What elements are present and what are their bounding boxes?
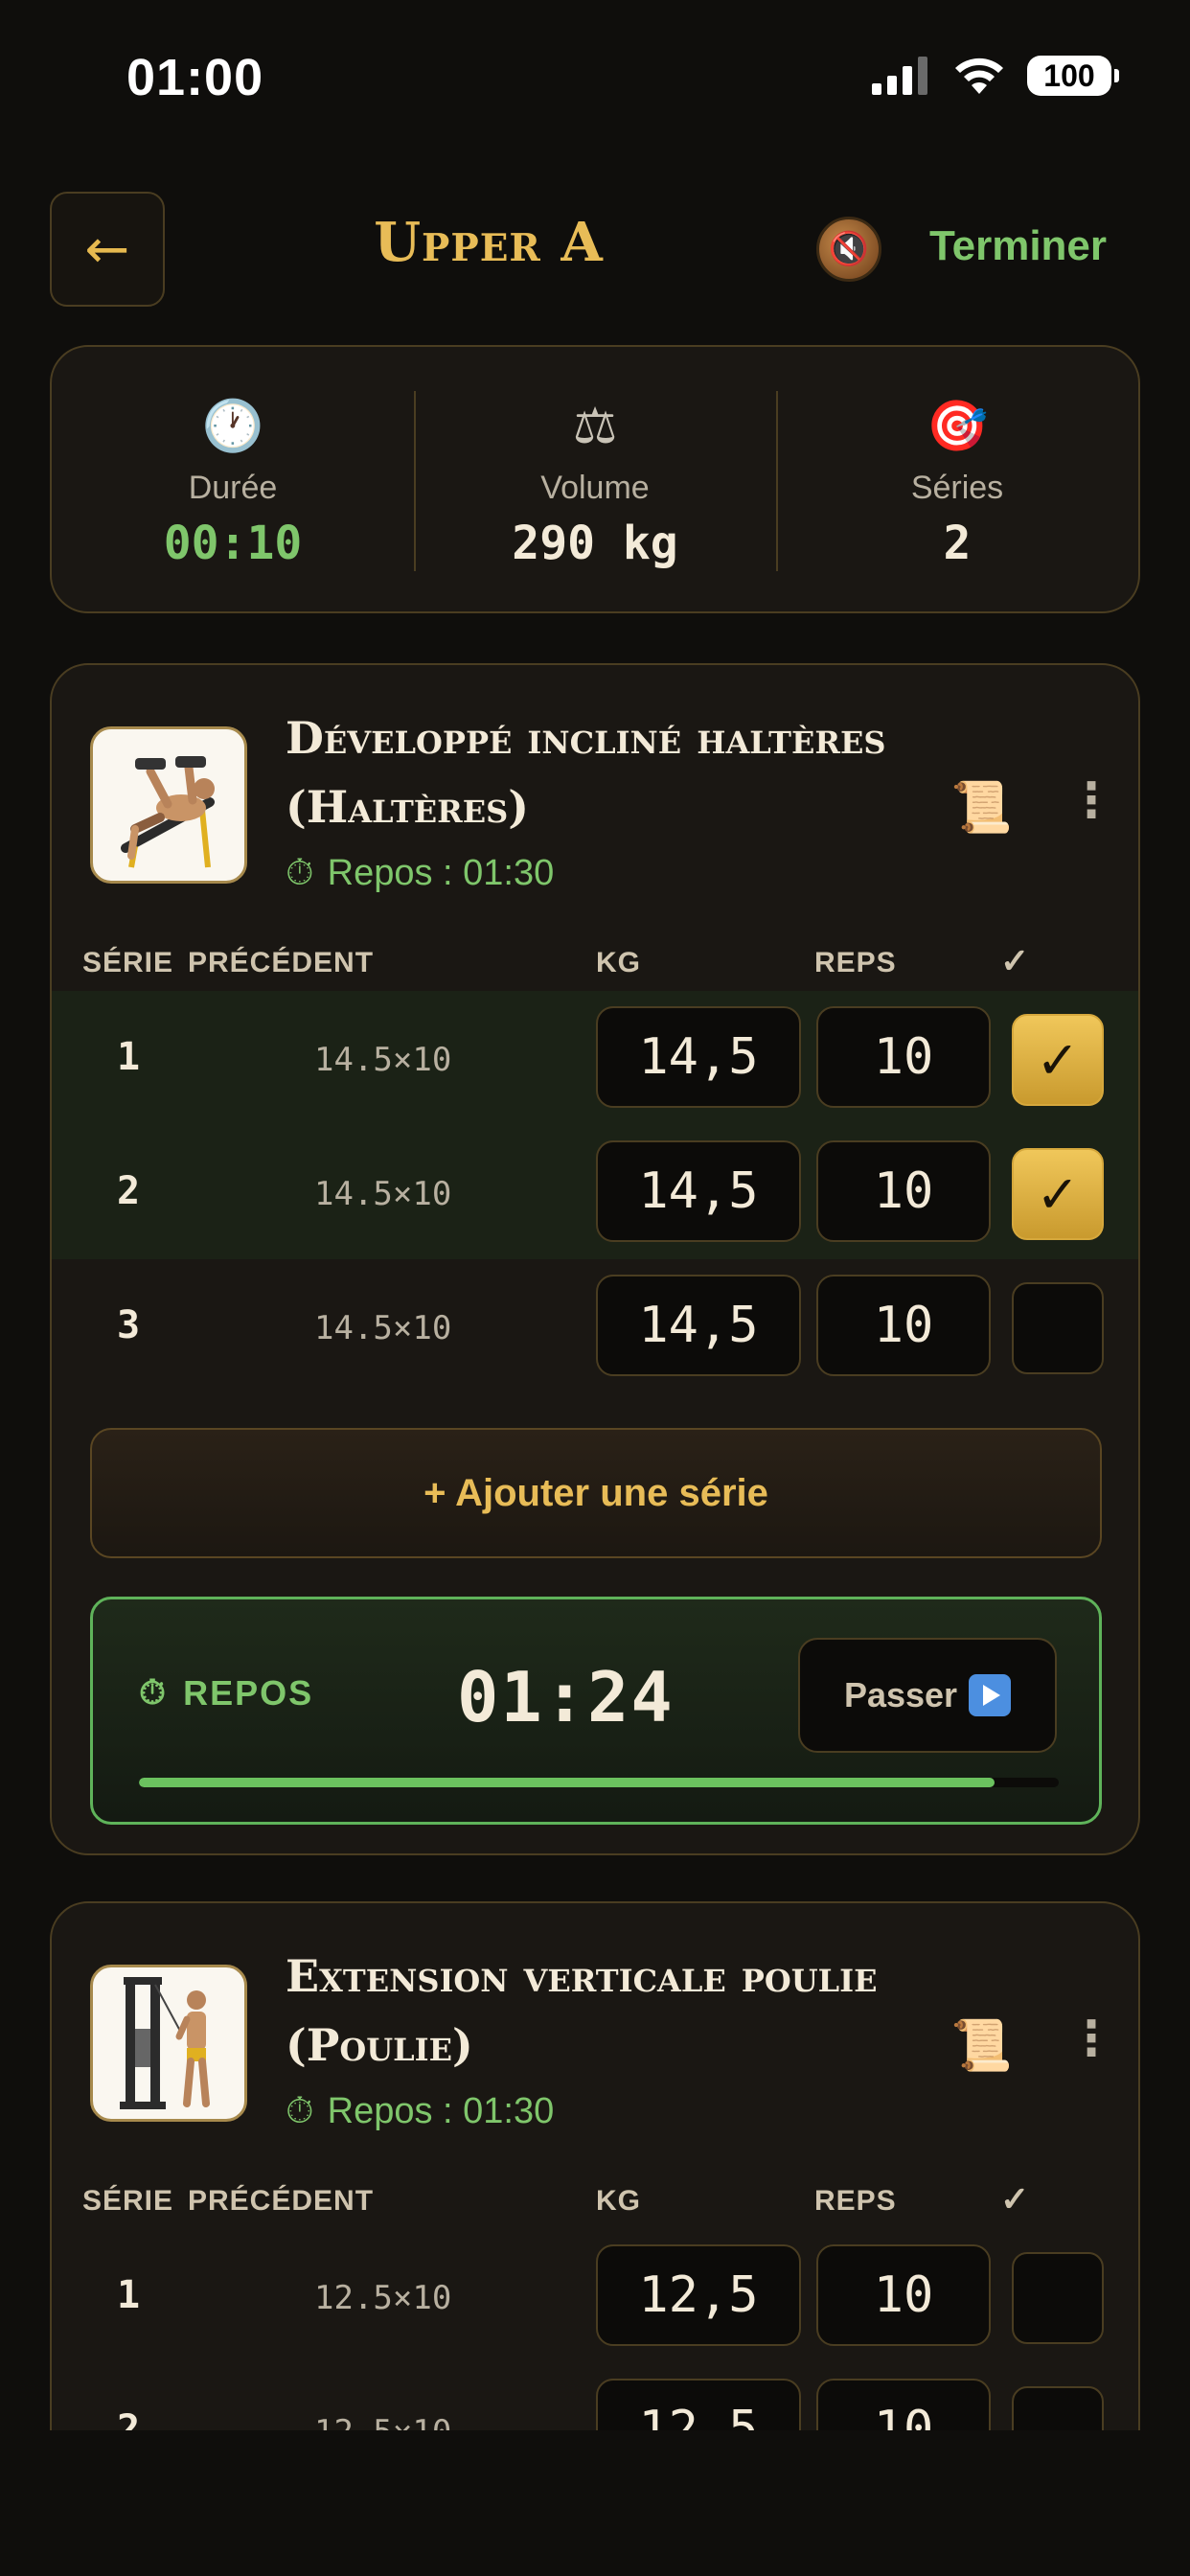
set-previous[interactable]: 14.5×10 [314, 1309, 451, 1347]
play-icon [969, 1674, 1012, 1716]
stat-volume: ⚖ Volume 290 kg [414, 347, 776, 611]
rest-label: Repos : 01:30 [327, 853, 555, 893]
battery-indicator: 100 [1027, 56, 1119, 96]
back-button[interactable]: ← [50, 192, 165, 307]
stat-value: 290 kg [512, 517, 678, 570]
rest-label-text: REPOS [183, 1672, 314, 1713]
status-icons: 100 [872, 56, 1119, 96]
sets-table-header: SÉRIE PRÉCÉDENT KG REPS ✓ [52, 933, 1138, 991]
set-row: 1 14.5×10 14,5 10 ✓ [52, 991, 1138, 1125]
incline-bench-press-illustration [121, 756, 215, 868]
finish-button[interactable]: Terminer [929, 222, 1107, 270]
arrow-left-icon: ← [84, 218, 130, 281]
bottom-safe-area [0, 2430, 1190, 2576]
set-complete-checkbox[interactable]: ✓ [1012, 1014, 1104, 1106]
status-bar: 01:00 100 [0, 0, 1190, 153]
clock-icon: 🕐 [201, 398, 264, 455]
workout-header: ← Upper A 🔇 Terminer [0, 192, 1190, 307]
stat-value: 00:10 [163, 517, 303, 570]
column-reps: REPS [814, 2185, 897, 2217]
skip-label: Passer [843, 1675, 958, 1714]
exercise-header: Extension verticale poulie (Poulie) ⏱ Re… [52, 1903, 1138, 2143]
add-set-button[interactable]: + Ajouter une série [90, 1428, 1102, 1558]
more-options-icon[interactable]: ⋮ [1067, 2011, 1115, 2066]
muted-speaker-icon: 🔇 [828, 230, 870, 268]
notes-scroll-icon[interactable]: 📜 [950, 2016, 1013, 2075]
set-complete-checkbox[interactable] [1012, 1282, 1104, 1374]
workout-title: Upper A [374, 211, 604, 274]
status-time: 01:00 [126, 49, 264, 106]
rest-timer-label: ⏱ REPOS [139, 1672, 313, 1714]
set-previous[interactable]: 12.5×10 [314, 2279, 451, 2317]
rest-progress-bar [139, 1778, 1059, 1787]
exercise-name[interactable]: Extension verticale poulie (Poulie) [286, 1942, 899, 2080]
stopwatch-icon: ⏱ [286, 853, 314, 893]
more-options-icon[interactable]: ⋮ [1067, 772, 1115, 828]
stat-value: 2 [943, 517, 972, 570]
column-previous: PRÉCÉDENT [188, 2185, 375, 2217]
column-serie: SÉRIE [82, 947, 174, 978]
set-number[interactable]: 1 [117, 1035, 140, 1079]
rest-progress-fill [139, 1778, 995, 1787]
exercise-thumbnail[interactable] [90, 1965, 247, 2122]
column-check: ✓ [1000, 941, 1031, 980]
wifi-icon [955, 58, 1003, 94]
set-weight-input[interactable]: 14,5 [596, 1006, 801, 1108]
set-previous[interactable]: 14.5×10 [314, 1175, 451, 1213]
exercise-card: Développé incliné haltères (Haltères) ⏱ … [50, 663, 1140, 1855]
exercise-name[interactable]: Développé incliné haltères (Haltères) [286, 703, 899, 841]
checkmark-icon: ✓ [1036, 1029, 1080, 1091]
set-number[interactable]: 2 [117, 1169, 140, 1213]
rest-countdown: 01:24 [457, 1657, 675, 1737]
set-weight-input[interactable]: 14,5 [596, 1140, 801, 1242]
set-weight-input[interactable]: 12,5 [596, 2244, 801, 2346]
column-previous: PRÉCÉDENT [188, 947, 375, 978]
sound-toggle-button[interactable]: 🔇 [816, 217, 881, 282]
stopwatch-icon: ⏱ [286, 2091, 314, 2131]
rest-label: Repos : 01:30 [327, 2091, 555, 2131]
set-row: 2 14.5×10 14,5 10 ✓ [52, 1125, 1138, 1259]
workout-stats: 🕐 Durée 00:10 ⚖ Volume 290 kg 🎯 Séries 2 [50, 345, 1140, 613]
signal-icon [872, 57, 927, 95]
rest-timer-panel: ⏱ REPOS 01:24 Passer [90, 1597, 1102, 1825]
stat-label: Durée [188, 470, 278, 506]
stat-label: Volume [540, 470, 650, 506]
set-reps-input[interactable]: 10 [816, 1140, 991, 1242]
set-complete-checkbox[interactable] [1012, 2252, 1104, 2344]
set-row: 3 14.5×10 14,5 10 [52, 1259, 1138, 1393]
notes-scroll-icon[interactable]: 📜 [950, 778, 1013, 837]
column-kg: KG [596, 947, 641, 978]
stat-duration: 🕐 Durée 00:10 [52, 347, 414, 611]
target-icon: 🎯 [926, 398, 989, 455]
stat-sets: 🎯 Séries 2 [776, 347, 1138, 611]
column-reps: REPS [814, 947, 897, 978]
set-number[interactable]: 1 [117, 2273, 140, 2317]
set-complete-checkbox[interactable]: ✓ [1012, 1148, 1104, 1240]
set-number[interactable]: 3 [117, 1303, 140, 1347]
set-reps-input[interactable]: 10 [816, 2244, 991, 2346]
cable-pushdown-illustration [120, 1977, 210, 2109]
set-row: 1 12.5×10 12,5 10 [52, 2229, 1138, 2363]
exercise-rest-time[interactable]: ⏱ Repos : 01:30 [286, 853, 554, 894]
stat-label: Séries [910, 470, 1004, 506]
set-reps-input[interactable]: 10 [816, 1275, 991, 1376]
exercise-thumbnail[interactable] [90, 726, 247, 884]
exercise-header: Développé incliné haltères (Haltères) ⏱ … [52, 665, 1138, 905]
set-reps-input[interactable]: 10 [816, 1006, 991, 1108]
exercise-rest-time[interactable]: ⏱ Repos : 01:30 [286, 2091, 554, 2132]
set-previous[interactable]: 14.5×10 [314, 1041, 451, 1079]
column-kg: KG [596, 2185, 641, 2217]
sets-table-header: SÉRIE PRÉCÉDENT KG REPS ✓ [52, 2172, 1138, 2229]
scale-icon: ⚖ [572, 398, 618, 455]
stopwatch-icon: ⏱ [139, 1672, 169, 1712]
skip-rest-button[interactable]: Passer [798, 1638, 1057, 1753]
column-serie: SÉRIE [82, 2185, 174, 2217]
set-weight-input[interactable]: 14,5 [596, 1275, 801, 1376]
column-check: ✓ [1000, 2179, 1031, 2219]
checkmark-icon: ✓ [1036, 1163, 1080, 1225]
